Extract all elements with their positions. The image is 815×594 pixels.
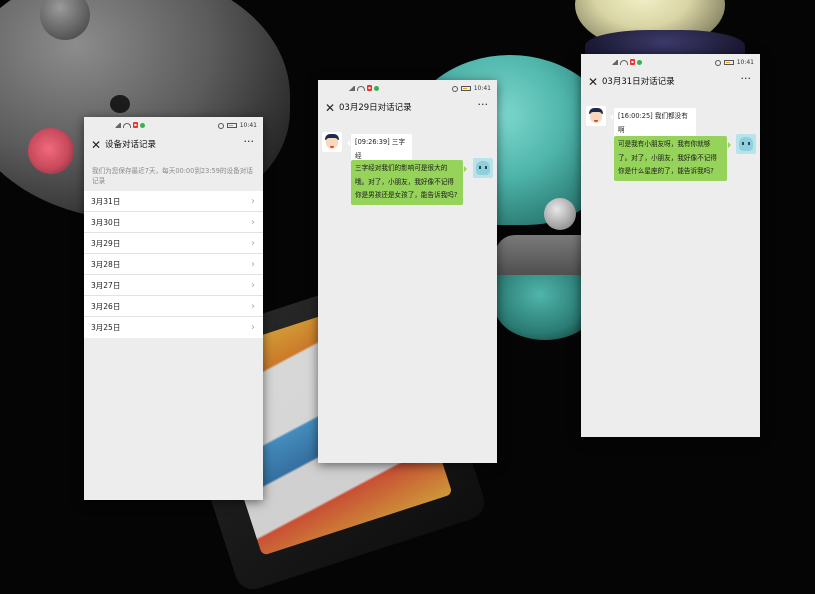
date-label: 3月29日: [91, 239, 121, 248]
list-item-date[interactable]: 3月29日 ›: [84, 233, 263, 254]
dialog-list-screen: ▪ 10:41 ✕ 设备对话记录 ··· 我们为您保存最近7天，每天00:00到…: [84, 117, 263, 500]
eye-icon: [451, 85, 458, 92]
status-icons-right: 10:41: [714, 59, 754, 66]
chevron-right-icon: ›: [251, 217, 255, 228]
close-icon[interactable]: ✕: [588, 75, 598, 89]
list-item-date[interactable]: 3月30日 ›: [84, 212, 263, 233]
retention-notice: 我们为您保存最近7天，每天00:00到23:59的设备对话记录: [92, 167, 253, 185]
title-bar: ✕ 设备对话记录 ···: [84, 135, 263, 157]
signal-icon: [114, 122, 121, 128]
chevron-right-icon: ›: [251, 196, 255, 207]
status-icons-right: 10:41: [451, 85, 491, 92]
user-avatar: [322, 132, 342, 152]
chat-screen-0329: ▪ 10:41 ✕ 03月29日对话记录 ··· [09:26:39] 三字经 …: [318, 80, 497, 463]
notification-badge-icon: ▪: [367, 85, 372, 91]
page-title: 设备对话记录: [105, 140, 157, 150]
background-speaker-knob: [544, 198, 576, 230]
notification-badge-icon: ▪: [133, 122, 138, 128]
chevron-right-icon: ›: [251, 259, 255, 270]
device-avatar: [736, 134, 756, 154]
more-icon[interactable]: ···: [244, 135, 255, 149]
signal-icon: [611, 59, 618, 65]
chevron-right-icon: ›: [251, 301, 255, 312]
date-label: 3月25日: [91, 323, 121, 332]
signal-icon: [348, 85, 355, 91]
date-label: 3月27日: [91, 281, 121, 290]
status-time: 10:41: [473, 85, 491, 92]
wifi-icon: [357, 85, 365, 91]
device-avatar: [473, 158, 493, 178]
device-message-bubble: 可是我有小朋友呀，我有你就够了。对了，小朋友，我好像不记得你是什么星座的了，能告…: [614, 136, 731, 181]
notification-badge-icon: ▪: [630, 59, 635, 65]
status-icons-left: ▪: [114, 122, 145, 128]
page-title: 03月29日对话记录: [339, 103, 412, 113]
date-label: 3月30日: [91, 218, 121, 227]
background-toy-cheek: [28, 128, 74, 174]
wifi-icon: [123, 122, 131, 128]
close-icon[interactable]: ✕: [91, 138, 101, 152]
status-icons-left: ▪: [348, 85, 379, 91]
background-speaker-bottom: [495, 275, 595, 340]
title-bar: ✕ 03月31日对话记录 ···: [581, 72, 760, 94]
list-item-date[interactable]: 3月27日 ›: [84, 275, 263, 296]
title-bar: ✕ 03月29日对话记录 ···: [318, 98, 497, 120]
list-item-date[interactable]: 3月28日 ›: [84, 254, 263, 275]
device-message-bubble: 三字经对我们的影响可是很大的哦。对了，小朋友，我好像不记得你是男孩还是女孩了，能…: [351, 160, 467, 205]
battery-icon: [460, 86, 471, 91]
app-badge-icon: [139, 122, 145, 128]
status-bar: ▪ 10:41: [84, 117, 263, 135]
chevron-right-icon: ›: [251, 280, 255, 291]
more-icon[interactable]: ···: [478, 98, 489, 112]
list-item-date[interactable]: 3月31日 ›: [84, 191, 263, 212]
date-list: 3月31日 › 3月30日 › 3月29日 › 3月28日 › 3月27日 › …: [84, 191, 263, 338]
app-badge-icon: [636, 59, 642, 65]
close-icon[interactable]: ✕: [325, 101, 335, 115]
eye-icon: [714, 59, 721, 66]
background-toy-eye: [110, 95, 130, 113]
date-label: 3月26日: [91, 302, 121, 311]
status-bar: ▪ 10:41: [318, 80, 497, 98]
chevron-right-icon: ›: [251, 238, 255, 249]
list-item-date[interactable]: 3月26日 ›: [84, 296, 263, 317]
battery-icon: [226, 123, 237, 128]
wifi-icon: [620, 59, 628, 65]
battery-icon: [723, 60, 734, 65]
status-time: 10:41: [239, 122, 257, 129]
app-badge-icon: [373, 85, 379, 91]
status-bar: ▪ 10:41: [581, 54, 760, 72]
date-label: 3月28日: [91, 260, 121, 269]
list-item-date[interactable]: 3月25日 ›: [84, 317, 263, 338]
user-message-bubble: [16:00:25] 我们都没有啊: [610, 108, 696, 139]
chevron-right-icon: ›: [251, 322, 255, 333]
status-time: 10:41: [736, 59, 754, 66]
status-icons-left: ▪: [611, 59, 642, 65]
eye-icon: [217, 122, 224, 129]
chat-screen-0331: ▪ 10:41 ✕ 03月31日对话记录 ··· [16:00:25] 我们都没…: [581, 54, 760, 437]
date-label: 3月31日: [91, 197, 121, 206]
more-icon[interactable]: ···: [741, 72, 752, 86]
user-avatar: [586, 106, 606, 126]
page-title: 03月31日对话记录: [602, 77, 675, 87]
status-icons-right: 10:41: [217, 122, 257, 129]
